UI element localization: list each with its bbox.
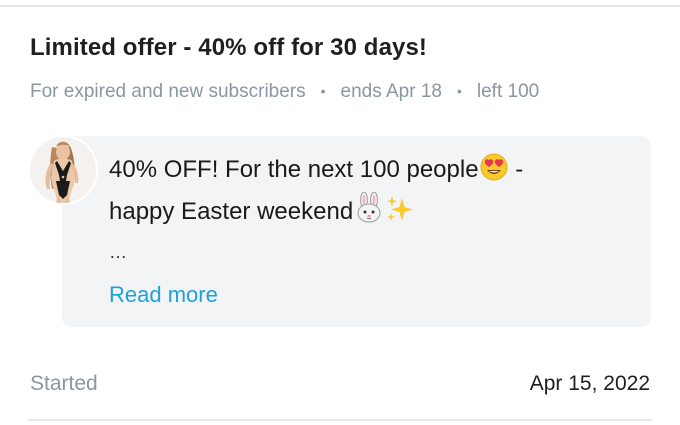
offer-remaining: left 100 [476, 81, 540, 102]
message-text-1: 40% OFF! For the next 100 people [109, 156, 479, 183]
started-label: Started [30, 372, 98, 395]
message-line-1: 40% OFF! For the next 100 people - [109, 152, 639, 192]
offer-meta: For expired and new subscribers • ends A… [30, 81, 539, 103]
message-line-2: happy Easter weekend [109, 191, 639, 234]
message-ellipsis: … [109, 242, 128, 262]
top-divider [0, 5, 680, 7]
offer-title: Limited offer - 40% off for 30 days! [30, 34, 427, 61]
creator-avatar[interactable] [30, 137, 96, 203]
message-dash: - [508, 156, 524, 183]
avatar-photo-icon [30, 137, 96, 203]
sparkles-emoji-icon [385, 194, 415, 234]
meta-separator: • [320, 83, 326, 99]
offer-audience: For expired and new subscribers [30, 81, 306, 102]
started-date: Apr 15, 2022 [529, 372, 650, 395]
read-more-link[interactable]: Read more [109, 282, 218, 308]
message-text-2: happy Easter weekend [109, 198, 354, 225]
meta-separator: • [456, 83, 462, 99]
offer-message: 40% OFF! For the next 100 people - happy… [109, 152, 639, 266]
offer-end-date: ends Apr 18 [340, 81, 442, 102]
heart-eyes-emoji-icon [479, 152, 509, 192]
rabbit-face-emoji-icon [353, 191, 385, 234]
bottom-divider [28, 419, 652, 421]
